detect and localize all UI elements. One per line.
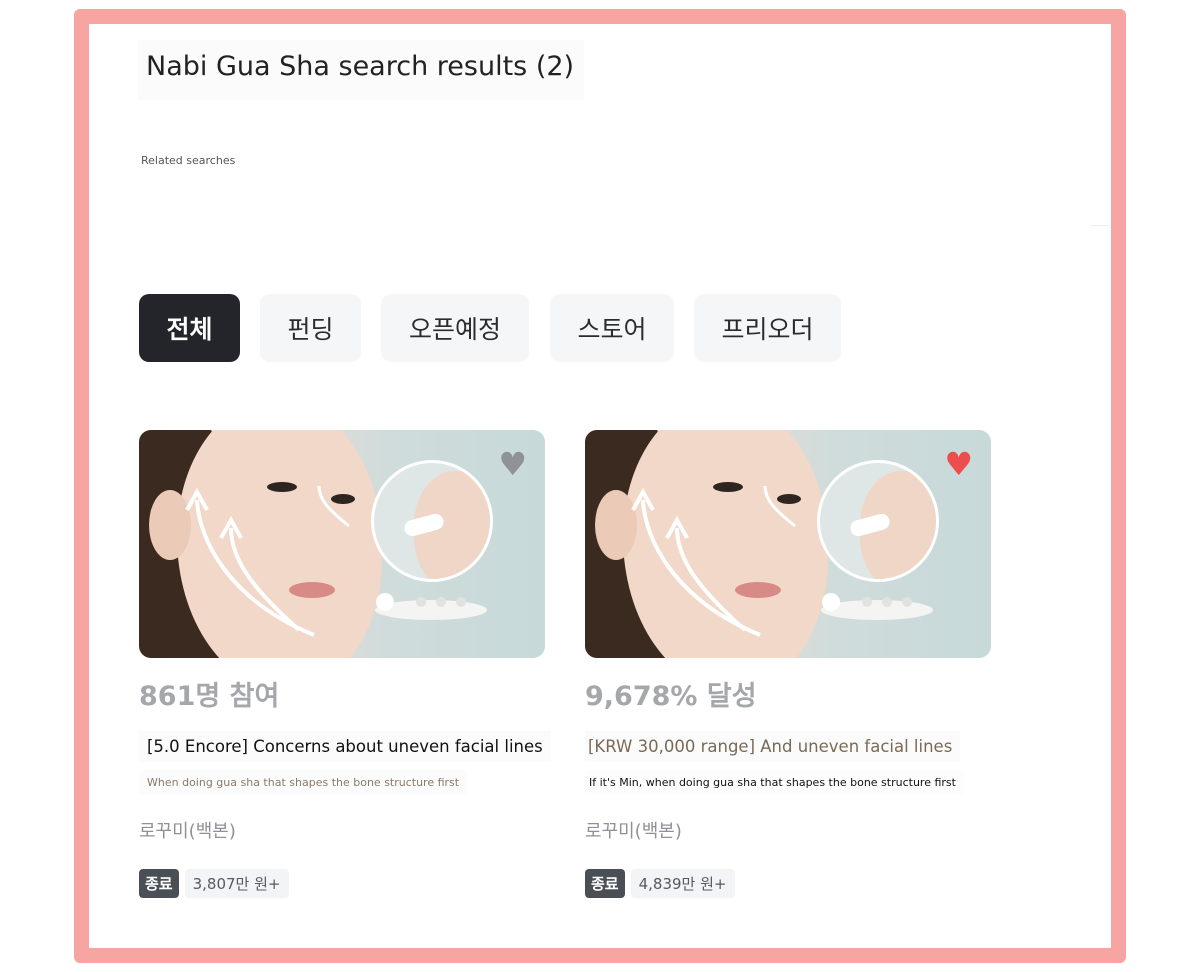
funding-amount: 4,839만 원+: [630, 869, 735, 898]
tab-preorder[interactable]: 프리오더: [694, 294, 841, 362]
tab-all[interactable]: 전체: [139, 294, 240, 362]
divider: [1090, 225, 1110, 226]
tab-coming-soon[interactable]: 오픈예정: [381, 294, 529, 362]
gua-sha-tool-image: [375, 593, 487, 620]
heart-icon[interactable]: ♥: [944, 448, 973, 480]
card-meta: 종료 4,839만 원+: [585, 869, 991, 898]
project-title[interactable]: [KRW 30,000 range] And uneven facial lin…: [585, 731, 961, 762]
project-subtitle: When doing gua sha that shapes the bone …: [139, 770, 468, 795]
heart-icon[interactable]: ♥: [498, 448, 527, 480]
status-badge: 종료: [139, 869, 179, 898]
tab-funding[interactable]: 펀딩: [260, 294, 361, 362]
project-title[interactable]: [5.0 Encore] Concerns about uneven facia…: [139, 731, 551, 762]
project-thumbnail[interactable]: ♥: [585, 430, 991, 658]
card-meta: 종료 3,807만 원+: [139, 869, 545, 898]
funding-amount: 3,807만 원+: [184, 869, 289, 898]
maker-name[interactable]: 로꾸미(백본): [139, 817, 545, 843]
project-thumbnail[interactable]: ♥: [139, 430, 545, 658]
status-badge: 종료: [585, 869, 625, 898]
page-title: Nabi Gua Sha search results (2): [138, 40, 584, 100]
achievement-rate: 9,678% 달성: [585, 681, 757, 712]
related-searches-label: Related searches: [141, 154, 236, 167]
gua-sha-tool-image: [821, 593, 933, 620]
maker-name[interactable]: 로꾸미(백본): [585, 817, 991, 843]
detail-inset-image: [371, 460, 493, 582]
detail-inset-image: [817, 460, 939, 582]
project-subtitle: If it's Min, when doing gua sha that sha…: [585, 770, 964, 795]
tab-store[interactable]: 스토어: [550, 294, 674, 362]
project-card[interactable]: ♥ 9,678% 달성 [KRW 30,000 range] And uneve…: [585, 430, 991, 898]
participants-count: 861명 참여: [139, 681, 280, 712]
project-card[interactable]: ♥ 861명 참여 [5.0 Encore] Concerns about un…: [139, 430, 551, 898]
